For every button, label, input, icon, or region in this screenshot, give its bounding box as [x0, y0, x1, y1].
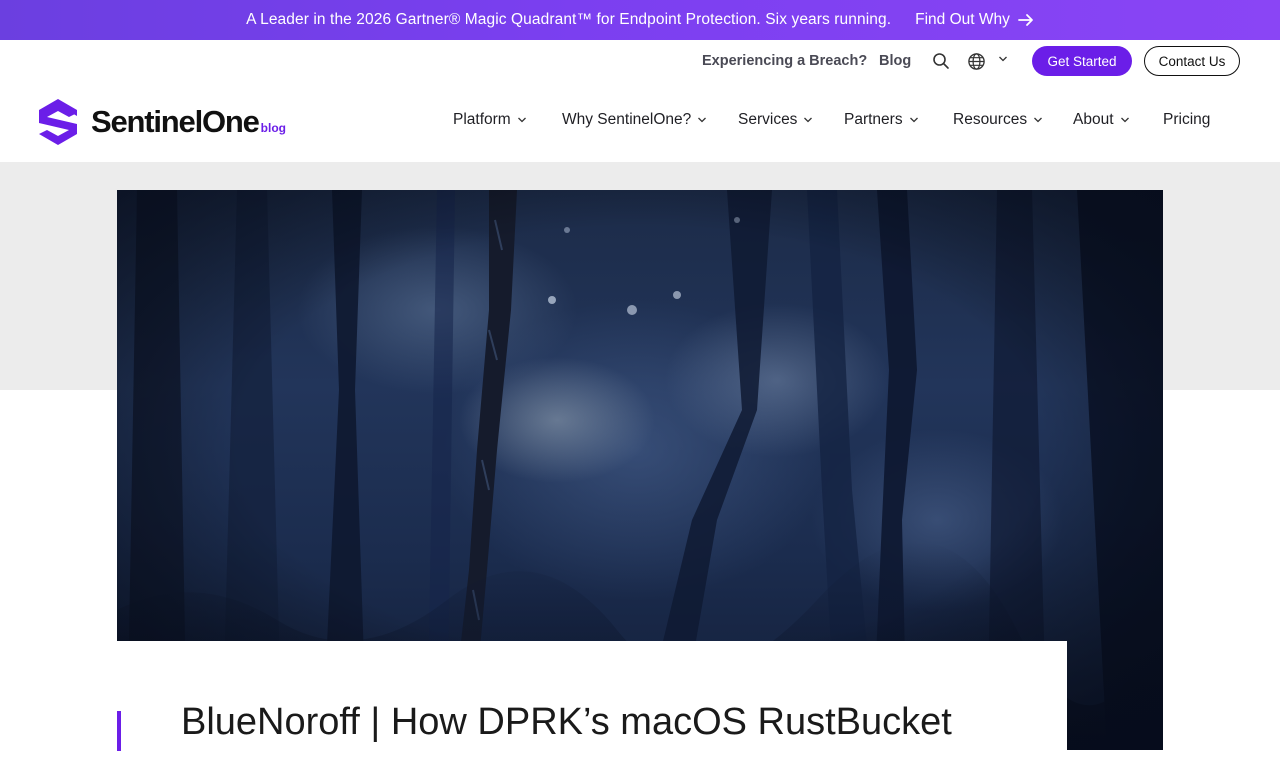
arrow-right-icon: [1017, 14, 1033, 26]
nav-item-about[interactable]: About: [1073, 111, 1130, 129]
nav-item-partners[interactable]: Partners: [844, 111, 919, 129]
nav-item-label: Resources: [953, 111, 1028, 128]
search-icon[interactable]: [932, 52, 950, 70]
get-started-button[interactable]: Get Started: [1032, 46, 1132, 76]
nav-item-resources[interactable]: Resources: [953, 111, 1043, 129]
chevron-down-icon: [517, 117, 526, 123]
find-out-why-label: Find Out Why: [915, 11, 1010, 28]
nav-item-label: Pricing: [1163, 111, 1211, 128]
contact-us-button[interactable]: Contact Us: [1144, 46, 1240, 76]
find-out-why-link[interactable]: Find Out Why: [915, 11, 1034, 29]
article-title: BlueNoroff | How DPRK’s macOS RustBucket: [181, 701, 952, 743]
nav-item-label: Platform: [453, 111, 511, 128]
chevron-down-icon: [804, 117, 813, 123]
promo-banner: A Leader in the 2026 Gartner® Magic Quad…: [0, 0, 1280, 40]
chevron-down-icon: [909, 117, 918, 123]
main-nav: Platform Why SentinelOne? Services Partn…: [0, 111, 1280, 135]
article-header-card: BlueNoroff | How DPRK’s macOS RustBucket: [117, 641, 1067, 761]
nav-item-label: Services: [738, 111, 798, 128]
title-accent-bar: [117, 711, 121, 751]
nav-item-why-sentinelone[interactable]: Why SentinelOne?: [562, 111, 707, 129]
chevron-down-icon: [698, 117, 707, 123]
nav-item-label: Partners: [844, 111, 903, 128]
chevron-down-icon: [1120, 117, 1129, 123]
utility-bar: Experiencing a Breach? Blog Get Started …: [0, 40, 1280, 82]
nav-item-label: About: [1073, 111, 1114, 128]
nav-item-services[interactable]: Services: [738, 111, 813, 129]
nav-item-pricing[interactable]: Pricing: [1163, 111, 1210, 129]
chevron-down-icon: [999, 56, 1007, 61]
banner-message: A Leader in the 2026 Gartner® Magic Quad…: [246, 11, 892, 28]
nav-item-platform[interactable]: Platform: [453, 111, 527, 129]
blog-link[interactable]: Blog: [879, 53, 911, 69]
experiencing-breach-link[interactable]: Experiencing a Breach?: [702, 53, 867, 69]
nav-item-label: Why SentinelOne?: [562, 111, 692, 128]
globe-icon: [968, 53, 985, 70]
chevron-down-icon: [1034, 117, 1043, 123]
language-selector[interactable]: [967, 52, 1008, 71]
